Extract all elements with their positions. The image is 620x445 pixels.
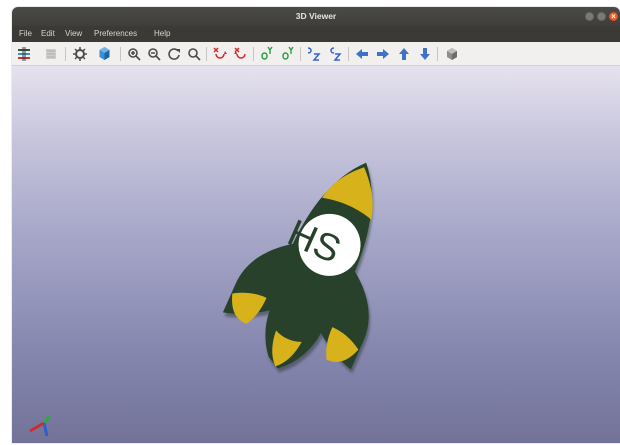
rotate-x-cw-icon bbox=[213, 47, 227, 59]
toolbar-separator bbox=[65, 47, 66, 61]
rotate-z-ccw-icon bbox=[330, 47, 342, 61]
rotate-y-ccw-button[interactable] bbox=[280, 46, 295, 61]
menu-bar: File Edit View Preferences Help bbox=[12, 26, 620, 42]
3d-scene[interactable]: HS bbox=[12, 66, 620, 443]
3d-viewer-window: 3D Viewer × File Edit View Preferences H… bbox=[12, 7, 620, 443]
window-title: 3D Viewer bbox=[295, 11, 337, 21]
zoom-out-icon bbox=[147, 47, 161, 61]
menu-edit[interactable]: Edit bbox=[39, 26, 57, 42]
refresh-button[interactable] bbox=[166, 46, 181, 61]
zoom-in-button[interactable] bbox=[126, 46, 141, 61]
window-titlebar[interactable]: 3D Viewer × bbox=[12, 7, 620, 26]
axis-y-icon bbox=[42, 415, 52, 424]
menu-preferences[interactable]: Preferences bbox=[92, 26, 139, 42]
preferences-button[interactable] bbox=[72, 46, 87, 61]
menu-file[interactable]: File bbox=[17, 26, 34, 42]
zoom-in-icon bbox=[127, 47, 141, 61]
render-raytracing-icon bbox=[17, 46, 30, 61]
render-realtime-button[interactable] bbox=[43, 46, 58, 61]
move-right-icon bbox=[376, 48, 389, 59]
toolbar-separator bbox=[348, 47, 349, 61]
toolbar-separator bbox=[206, 47, 207, 61]
toolbar-separator bbox=[120, 47, 121, 61]
refresh-icon bbox=[167, 47, 180, 60]
rotate-x-ccw-icon bbox=[234, 47, 246, 59]
toolbar-separator bbox=[300, 47, 301, 61]
rotate-x-ccw-button[interactable] bbox=[233, 46, 248, 61]
close-window-button[interactable]: × bbox=[609, 12, 618, 21]
move-left-icon bbox=[355, 48, 368, 59]
toolbar bbox=[12, 42, 620, 66]
axis-triad bbox=[29, 415, 52, 437]
zoom-fit-icon bbox=[187, 47, 201, 61]
orthographic-icon bbox=[446, 47, 457, 60]
move-right-button[interactable] bbox=[375, 46, 390, 61]
move-up-icon bbox=[398, 47, 409, 60]
toolbar-separator bbox=[437, 47, 438, 61]
3d-box-icon bbox=[99, 47, 110, 60]
rotate-z-cw-icon bbox=[307, 47, 321, 61]
rotate-x-cw-button[interactable] bbox=[212, 46, 227, 61]
render-realtime-icon bbox=[45, 48, 56, 59]
render-raytracing-button[interactable] bbox=[16, 46, 31, 61]
minimize-window-button[interactable] bbox=[585, 12, 594, 21]
menu-view[interactable]: View bbox=[63, 26, 84, 42]
3d-box-button[interactable] bbox=[97, 46, 112, 61]
zoom-fit-button[interactable] bbox=[186, 46, 201, 61]
axis-z-icon bbox=[42, 422, 49, 437]
toolbar-separator bbox=[253, 47, 254, 61]
rotate-z-cw-button[interactable] bbox=[306, 46, 321, 61]
maximize-window-button[interactable] bbox=[597, 12, 606, 21]
rotate-y-cw-icon bbox=[261, 46, 273, 60]
move-down-button[interactable] bbox=[417, 46, 432, 61]
move-down-icon bbox=[419, 47, 430, 60]
rotate-z-ccw-button[interactable] bbox=[327, 46, 342, 61]
move-left-button[interactable] bbox=[354, 46, 369, 61]
3d-viewport[interactable]: HS bbox=[12, 66, 620, 443]
rotate-y-ccw-icon bbox=[282, 46, 294, 60]
axis-x-icon bbox=[29, 421, 45, 433]
move-up-button[interactable] bbox=[396, 46, 411, 61]
zoom-out-button[interactable] bbox=[146, 46, 161, 61]
preferences-icon bbox=[72, 46, 87, 61]
orthographic-button[interactable] bbox=[444, 46, 459, 61]
menu-help[interactable]: Help bbox=[152, 26, 172, 42]
rotate-y-cw-button[interactable] bbox=[259, 46, 274, 61]
